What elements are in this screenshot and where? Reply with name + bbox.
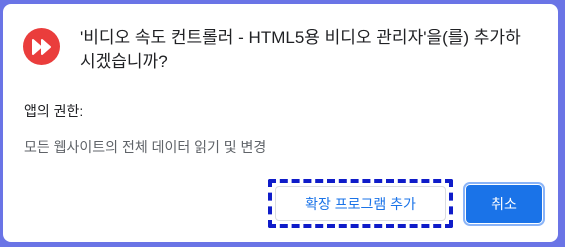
add-extension-button[interactable]: 확장 프로그램 추가 — [275, 186, 446, 221]
cancel-button[interactable]: 취소 — [463, 181, 545, 226]
extension-install-dialog: '비디오 속도 컨트롤러 - HTML5용 비디오 관리자'을(를) 추가하시겠… — [3, 4, 558, 242]
permissions-heading: 앱의 권한: — [24, 103, 84, 119]
fast-forward-icon — [23, 28, 60, 65]
dialog-header: '비디오 속도 컨트롤러 - HTML5용 비디오 관리자'을(를) 추가하시겠… — [23, 26, 535, 74]
add-button-highlight: 확장 프로그램 추가 — [268, 179, 453, 228]
dialog-title: '비디오 속도 컨트롤러 - HTML5용 비디오 관리자'을(를) 추가하시겠… — [80, 28, 521, 71]
permission-item: 모든 웹사이트의 전체 데이터 읽기 및 변경 — [24, 139, 267, 155]
button-row: 확장 프로그램 추가 취소 — [268, 179, 545, 228]
